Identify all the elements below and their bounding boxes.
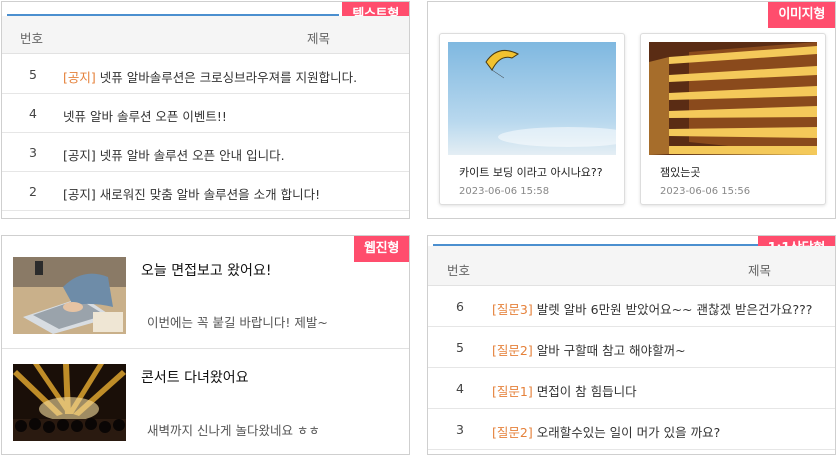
card-date: 2023-06-06 15:58 <box>459 186 550 197</box>
row-title: [공지] 새로워진 맞춤 알바 솔루션을 소개 합니다! <box>63 187 321 202</box>
row-number: 3 <box>456 422 464 437</box>
column-title: 제목 <box>748 263 772 278</box>
table-row[interactable]: 6 [질문3] 발렛 알바 6만원 받았어요~~ 괜찮겠 받은건가요??? <box>428 287 835 327</box>
row-title-link[interactable]: [질문1] 면접이 참 힘듭니다 <box>492 381 637 400</box>
row-title: 면접이 참 힘듭니다 <box>532 384 637 399</box>
table-header: 번호 제목 <box>2 16 409 54</box>
table-row[interactable]: 5 [질문2] 알바 구할때 참고 해야할꺼~ <box>428 328 835 368</box>
webzine-summary: 이번에는 꼭 붙길 바랍니다! 제발~ <box>147 315 328 330</box>
gallery-card[interactable]: 카이트 보딩 이라고 아시나요?? 2023-06-06 15:58 <box>439 33 625 205</box>
row-prefix: [질문2] <box>492 425 533 440</box>
table-row[interactable]: 4 [질문1] 면접이 참 힘듭니다 <box>428 369 835 409</box>
webzine-item[interactable]: 오늘 면접보고 왔어요! 이번에는 꼭 붙길 바랍니다! 제발~ <box>2 236 409 346</box>
row-number: 2 <box>29 184 37 199</box>
table-row[interactable]: 3 [공지] 넷퓨 알바 솔루션 오픈 안내 입니다. <box>2 133 409 172</box>
qna-board-panel: 1:1상담형 번호 제목 6 [질문3] 발렛 알바 6만원 받았어요~~ 괜찮… <box>427 235 836 455</box>
concert-photo <box>13 364 126 441</box>
table-row[interactable]: 3 [질문2] 오래할수있는 일이 머가 있을 까요? <box>428 410 835 450</box>
card-date: 2023-06-06 15:56 <box>660 186 751 197</box>
webzine-title: 콘서트 다녀왔어요 <box>141 370 249 386</box>
row-title-link[interactable]: [질문3] 발렛 알바 6만원 받았어요~~ 괜찮겠 받은건가요??? <box>492 299 812 318</box>
row-prefix: [질문3] <box>492 302 533 317</box>
column-number: 번호 <box>20 31 44 46</box>
row-prefix: [질문2] <box>492 343 533 358</box>
row-title: 오래할수있는 일이 머가 있을 까요? <box>532 425 721 440</box>
card-title: 잼있는곳 <box>660 166 701 179</box>
table-row[interactable]: 2 [공지] 새로워진 맞춤 알바 솔루션을 소개 합니다! <box>2 172 409 211</box>
text-board-panel: 텍스트형 번호 제목 5 [공지] 넷퓨 알바솔루션은 크로싱브라우져를 지원합… <box>1 1 410 219</box>
row-prefix: [질문1] <box>492 384 533 399</box>
row-title-link[interactable]: [질문2] 오래할수있는 일이 머가 있을 까요? <box>492 422 720 441</box>
webzine-summary: 새벽까지 신나게 놀다왔네요 ㅎㅎ <box>147 423 320 438</box>
row-title: 넷퓨 알바솔루션은 크로싱브라우져를 지원합니다. <box>95 70 358 85</box>
row-title-link[interactable]: 넷퓨 알바 솔루션 오픈 이벤트!! <box>63 106 227 125</box>
webzine-item[interactable]: 콘서트 다녀왔어요 새벽까지 신나게 놀다왔네요 ㅎㅎ <box>2 348 409 454</box>
row-number: 4 <box>29 106 37 121</box>
row-number: 5 <box>29 67 37 82</box>
row-title-link[interactable]: [질문2] 알바 구할때 참고 해야할꺼~ <box>492 340 686 359</box>
kite-photo <box>448 42 616 155</box>
row-title: 넷퓨 알바 솔루션 오픈 이벤트!! <box>63 109 227 124</box>
table-row[interactable]: 5 [공지] 넷퓨 알바솔루션은 크로싱브라우져를 지원합니다. <box>2 55 409 94</box>
row-number: 4 <box>456 381 464 396</box>
gallery-card[interactable]: 잼있는곳 2023-06-06 15:56 <box>640 33 826 205</box>
row-title: 발렛 알바 6만원 받았어요~~ 괜찮겠 받은건가요??? <box>532 302 813 317</box>
table-row[interactable]: 4 넷퓨 알바 솔루션 오픈 이벤트!! <box>2 94 409 133</box>
cheese-shelves-photo <box>649 42 817 155</box>
row-title: 알바 구할때 참고 해야할꺼~ <box>532 343 686 358</box>
row-number: 6 <box>456 299 464 314</box>
board-type-tag: 이미지형 <box>768 2 835 28</box>
webzine-title: 오늘 면접보고 왔어요! <box>141 263 272 279</box>
table-header: 번호 제목 <box>428 246 835 286</box>
card-title: 카이트 보딩 이라고 아시나요?? <box>459 166 603 179</box>
laptop-typing-photo <box>13 257 126 334</box>
row-title-link[interactable]: [공지] 넷퓨 알바솔루션은 크로싱브라우져를 지원합니다. <box>63 67 357 86</box>
column-title: 제목 <box>307 31 331 46</box>
column-number: 번호 <box>447 263 471 278</box>
row-number: 3 <box>29 145 37 160</box>
row-prefix: [공지] <box>63 70 96 85</box>
row-number: 5 <box>456 340 464 355</box>
row-title-link[interactable]: [공지] 새로워진 맞춤 알바 솔루션을 소개 합니다! <box>63 184 320 203</box>
image-board-panel: 이미지형 카이트 보딩 이라고 아시나요?? 2023-06-06 15:58 <box>427 1 836 219</box>
row-title: [공지] 넷퓨 알바 솔루션 오픈 안내 입니다. <box>63 148 285 163</box>
webzine-board-panel: 웹진형 오늘 면접보고 왔어요! 이번에는 꼭 붙길 바랍니다! 제발~ 콘서트… <box>1 235 410 455</box>
row-title-link[interactable]: [공지] 넷퓨 알바 솔루션 오픈 안내 입니다. <box>63 145 285 164</box>
